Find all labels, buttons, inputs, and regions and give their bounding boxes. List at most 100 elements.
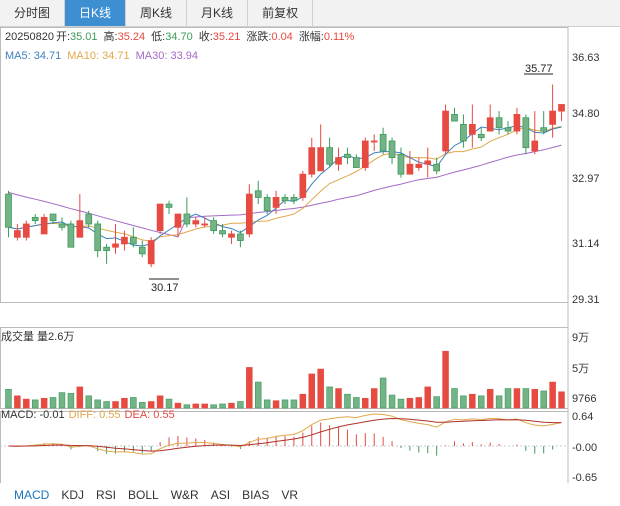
macd-tick: 0.64 [572, 411, 593, 423]
ma30-legend: MA30: 33.94 [136, 50, 198, 62]
candle-body [147, 240, 155, 265]
kline-widget: 分时图 日K线 周K线 月K线 前复权 20250820 开:35.01 高:35.… [0, 0, 620, 506]
volume-bar [174, 402, 182, 409]
tab-rsi[interactable]: RSI [90, 484, 122, 506]
candle-body [495, 117, 503, 129]
tab-kdj[interactable]: KDJ [55, 484, 90, 506]
candle [14, 223, 21, 241]
candle [308, 137, 316, 178]
volume-bar [85, 395, 92, 409]
candle-body [415, 163, 423, 168]
candle [477, 127, 485, 141]
candle [317, 124, 325, 172]
candle-body [40, 216, 48, 235]
tab-weekly-k[interactable]: 周K线 [126, 0, 188, 26]
candle-body [272, 197, 280, 208]
candle-body [76, 220, 84, 238]
candle-body [94, 223, 102, 251]
candle-body [460, 123, 467, 142]
volume-bar [121, 397, 128, 409]
candle-body [237, 233, 244, 241]
candle [138, 240, 146, 258]
tab-forward-adjusted[interactable]: 前复权 [248, 0, 314, 26]
candle [513, 107, 521, 135]
candle [522, 114, 530, 155]
tab-asi[interactable]: ASI [205, 484, 236, 506]
volume-bar [299, 393, 307, 409]
volume-bar [317, 368, 324, 409]
volume-bar [14, 395, 21, 409]
candle [130, 227, 137, 248]
tab-bias[interactable]: BIAS [236, 484, 275, 506]
candle [245, 184, 253, 238]
candle-body [121, 236, 128, 245]
volume-bar [335, 388, 342, 409]
close-label: 收: [199, 29, 213, 43]
candle [468, 104, 476, 148]
candle-body [14, 230, 21, 238]
candle-body [379, 133, 387, 152]
panel-frame [0, 411, 569, 483]
candle-body [353, 157, 360, 168]
candle [103, 243, 110, 264]
candle-body [317, 147, 325, 172]
candle [40, 214, 48, 235]
dea-value: DEA: 0.55 [125, 409, 175, 421]
candle [228, 230, 235, 244]
volume-bar [112, 401, 119, 409]
macd-value: MACD: -0.01 [1, 409, 65, 421]
candle [361, 137, 369, 171]
volume-bar [558, 391, 565, 409]
candle [254, 180, 262, 205]
volume-bar [147, 401, 155, 409]
kline-chart[interactable]: 20250820 开:35.01 高:35.24 低:34.70 收:35.21 涨跌:0… [0, 27, 620, 483]
tab-intraday[interactable]: 分时图 [0, 0, 66, 26]
close-value: 35.21 [213, 31, 241, 43]
candle [424, 147, 432, 178]
volume-bar [58, 392, 66, 409]
tab-macd[interactable]: MACD [8, 484, 55, 506]
low-value: 34.70 [165, 31, 193, 43]
candle-body [165, 203, 173, 208]
macd-legend: MACD: -0.01 DIFF: 0.55 DEA: 0.55 [1, 409, 175, 421]
candle [495, 111, 503, 135]
tab-wr[interactable]: W&R [165, 484, 205, 506]
volume-bar [165, 398, 173, 409]
volume-bar [353, 397, 360, 409]
tab-daily-k[interactable]: 日K线 [65, 0, 127, 26]
volume-bar [67, 393, 75, 409]
candle [147, 237, 155, 268]
tab-vr[interactable]: VR [275, 484, 304, 506]
candle-body [326, 147, 333, 165]
candle [31, 214, 39, 224]
candle-body [344, 153, 351, 158]
candle-body [112, 243, 119, 248]
volume-bar [486, 389, 494, 409]
ma-lines [8, 125, 562, 247]
low-annotation: 30.17 [151, 282, 179, 294]
candle [67, 220, 75, 248]
candle [558, 104, 565, 122]
tab-boll[interactable]: BOLL [122, 484, 165, 506]
candle [326, 137, 333, 168]
candle [237, 230, 244, 248]
candle [299, 170, 307, 201]
candle-body [219, 230, 226, 235]
candle [451, 107, 458, 122]
volume-bar [201, 403, 208, 409]
ma10-legend: MA10: 34.71 [67, 50, 129, 62]
volume-bar [183, 404, 191, 409]
candle [504, 121, 512, 135]
tab-monthly-k[interactable]: 月K线 [187, 0, 249, 26]
candle [94, 220, 102, 258]
volume-bar [326, 386, 333, 409]
candle-body [361, 140, 369, 168]
candle [415, 157, 423, 171]
volume-bar [192, 403, 200, 409]
candle-body [138, 246, 146, 255]
macd-tick: -0.65 [572, 472, 597, 483]
candle [192, 217, 200, 228]
volume-bar [103, 401, 110, 409]
volume-bar [49, 397, 57, 409]
candle-body [263, 197, 271, 212]
